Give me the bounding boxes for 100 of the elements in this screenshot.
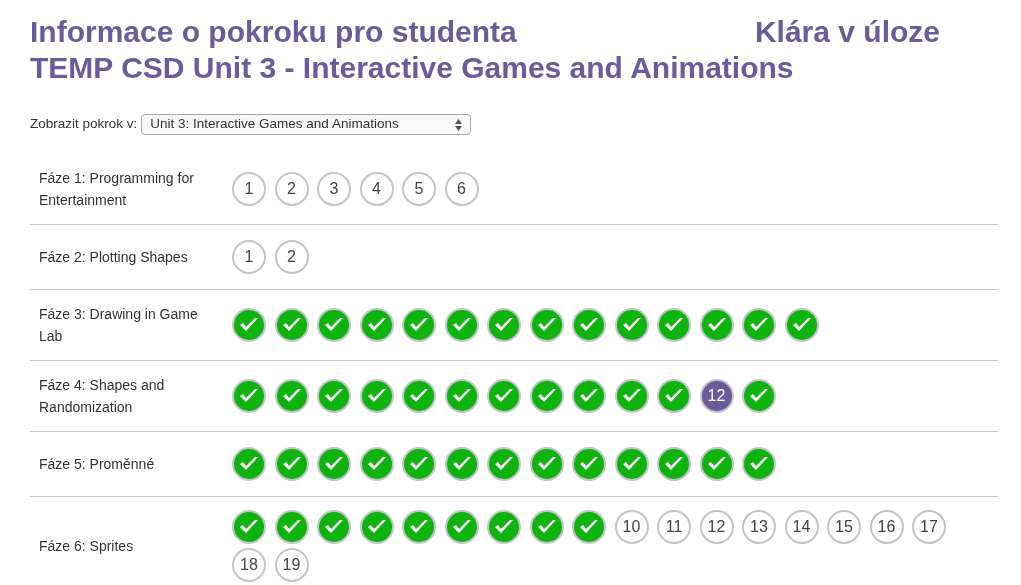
completed-level-bubble[interactable] bbox=[572, 447, 606, 481]
completed-level-bubble[interactable] bbox=[274, 447, 309, 481]
completed-level-bubble[interactable] bbox=[742, 447, 776, 481]
completed-level-bubble[interactable] bbox=[317, 379, 351, 413]
checkmark-icon bbox=[366, 317, 387, 333]
checkmark-icon bbox=[749, 317, 769, 333]
level-bubble[interactable]: 3 bbox=[317, 172, 351, 206]
completed-level-bubble[interactable] bbox=[232, 447, 266, 481]
stage-name: Fáze 2: Plotting Shapes bbox=[38, 248, 189, 267]
completed-level-bubble[interactable] bbox=[402, 379, 436, 413]
checkmark-icon bbox=[409, 456, 429, 472]
completed-level-bubble[interactable] bbox=[402, 308, 436, 342]
completed-level-bubble[interactable] bbox=[529, 308, 564, 342]
level-bubble[interactable]: 12 bbox=[699, 510, 734, 544]
completed-level-bubble[interactable] bbox=[487, 379, 521, 413]
completed-level-bubble[interactable] bbox=[274, 308, 309, 342]
checkmark-icon bbox=[324, 519, 344, 535]
completed-level-bubble[interactable] bbox=[529, 510, 564, 544]
completed-level-bubble[interactable] bbox=[742, 379, 776, 413]
checkmark-icon bbox=[579, 317, 599, 333]
checkmark-icon bbox=[239, 456, 259, 472]
level-bubble[interactable]: 17 bbox=[912, 510, 946, 544]
completed-level-bubble[interactable] bbox=[232, 379, 266, 413]
checkmark-icon bbox=[239, 317, 259, 333]
selector-label: Zobrazit pokrok v: bbox=[30, 115, 138, 134]
level-bubble[interactable]: 16 bbox=[869, 510, 904, 544]
checkmark-icon bbox=[409, 317, 429, 333]
checkmark-icon bbox=[749, 388, 769, 404]
checkmark-icon bbox=[664, 456, 684, 472]
completed-level-bubble[interactable] bbox=[657, 379, 691, 413]
checkmark-icon bbox=[494, 519, 514, 535]
checkmark-icon bbox=[451, 519, 472, 535]
completed-level-bubble[interactable] bbox=[402, 447, 436, 481]
level-bubble[interactable]: 10 bbox=[614, 510, 649, 544]
level-bubble[interactable]: 15 bbox=[827, 510, 861, 544]
checkmark-icon bbox=[366, 388, 387, 404]
completed-level-bubble[interactable] bbox=[317, 510, 351, 544]
updown-arrow-icon bbox=[455, 118, 463, 131]
level-bubble[interactable]: 6 bbox=[444, 172, 479, 206]
checkmark-icon bbox=[749, 456, 769, 472]
completed-level-bubble[interactable] bbox=[657, 447, 691, 481]
completed-level-bubble[interactable] bbox=[614, 447, 649, 481]
level-bubble[interactable]: 18 bbox=[232, 548, 266, 582]
completed-level-bubble[interactable] bbox=[232, 510, 266, 544]
completed-level-bubble[interactable] bbox=[359, 447, 394, 481]
completed-level-bubble[interactable] bbox=[317, 447, 351, 481]
completed-level-bubble[interactable] bbox=[487, 447, 521, 481]
stage-name: Fáze 5: Proměnné bbox=[38, 455, 156, 474]
completed-level-bubble[interactable] bbox=[444, 379, 479, 413]
checkmark-icon bbox=[239, 519, 259, 535]
page-title: TEMP CSD Unit 3 - Interactive Games and Animations bbox=[30, 50, 794, 86]
completed-level-bubble[interactable] bbox=[529, 447, 564, 481]
level-bubble[interactable]: 11 bbox=[657, 510, 691, 544]
checkmark-icon bbox=[536, 388, 557, 404]
level-bubble[interactable]: 2 bbox=[274, 240, 309, 274]
unit-select[interactable]: Unit 3: Interactive Games and Animations bbox=[141, 114, 472, 135]
checkmark-icon bbox=[281, 519, 302, 535]
checkmark-icon bbox=[494, 456, 514, 472]
completed-level-bubble[interactable] bbox=[699, 447, 734, 481]
completed-level-bubble[interactable] bbox=[699, 308, 734, 342]
completed-level-bubble[interactable] bbox=[572, 308, 606, 342]
completed-level-bubble[interactable] bbox=[359, 308, 394, 342]
completed-level-bubble[interactable] bbox=[444, 308, 479, 342]
level-bubble[interactable]: 1 bbox=[232, 172, 266, 206]
checkmark-icon bbox=[451, 317, 472, 333]
completed-level-bubble[interactable] bbox=[444, 510, 479, 544]
level-bubble[interactable]: 1 bbox=[232, 240, 266, 274]
completed-level-bubble[interactable] bbox=[742, 308, 776, 342]
level-bubble[interactable]: 2 bbox=[274, 172, 309, 206]
completed-level-bubble[interactable] bbox=[274, 510, 309, 544]
completed-level-bubble[interactable] bbox=[784, 308, 819, 342]
completed-level-bubble[interactable] bbox=[402, 510, 436, 544]
checkmark-icon bbox=[324, 456, 344, 472]
checkmark-icon bbox=[621, 317, 642, 333]
checkmark-icon bbox=[324, 388, 344, 404]
completed-level-bubble[interactable] bbox=[274, 379, 309, 413]
checkmark-icon bbox=[409, 519, 429, 535]
completed-level-bubble[interactable] bbox=[614, 308, 649, 342]
level-bubble[interactable]: 4 bbox=[359, 172, 394, 206]
completed-level-bubble[interactable] bbox=[657, 308, 691, 342]
level-bubble[interactable]: 12 bbox=[699, 379, 734, 413]
completed-level-bubble[interactable] bbox=[529, 379, 564, 413]
level-bubble[interactable]: 19 bbox=[274, 548, 309, 582]
checkmark-icon bbox=[239, 388, 259, 404]
checkmark-icon bbox=[536, 519, 557, 535]
completed-level-bubble[interactable] bbox=[232, 308, 266, 342]
completed-level-bubble[interactable] bbox=[444, 447, 479, 481]
level-bubble[interactable]: 5 bbox=[402, 172, 436, 206]
completed-level-bubble[interactable] bbox=[487, 510, 521, 544]
completed-level-bubble[interactable] bbox=[572, 379, 606, 413]
completed-level-bubble[interactable] bbox=[572, 510, 606, 544]
level-bubble[interactable]: 14 bbox=[784, 510, 819, 544]
checkmark-icon bbox=[409, 388, 429, 404]
completed-level-bubble[interactable] bbox=[359, 510, 394, 544]
completed-level-bubble[interactable] bbox=[487, 308, 521, 342]
completed-level-bubble[interactable] bbox=[317, 308, 351, 342]
level-bubble[interactable]: 13 bbox=[742, 510, 776, 544]
checkmark-icon bbox=[494, 388, 514, 404]
completed-level-bubble[interactable] bbox=[614, 379, 649, 413]
completed-level-bubble[interactable] bbox=[359, 379, 394, 413]
